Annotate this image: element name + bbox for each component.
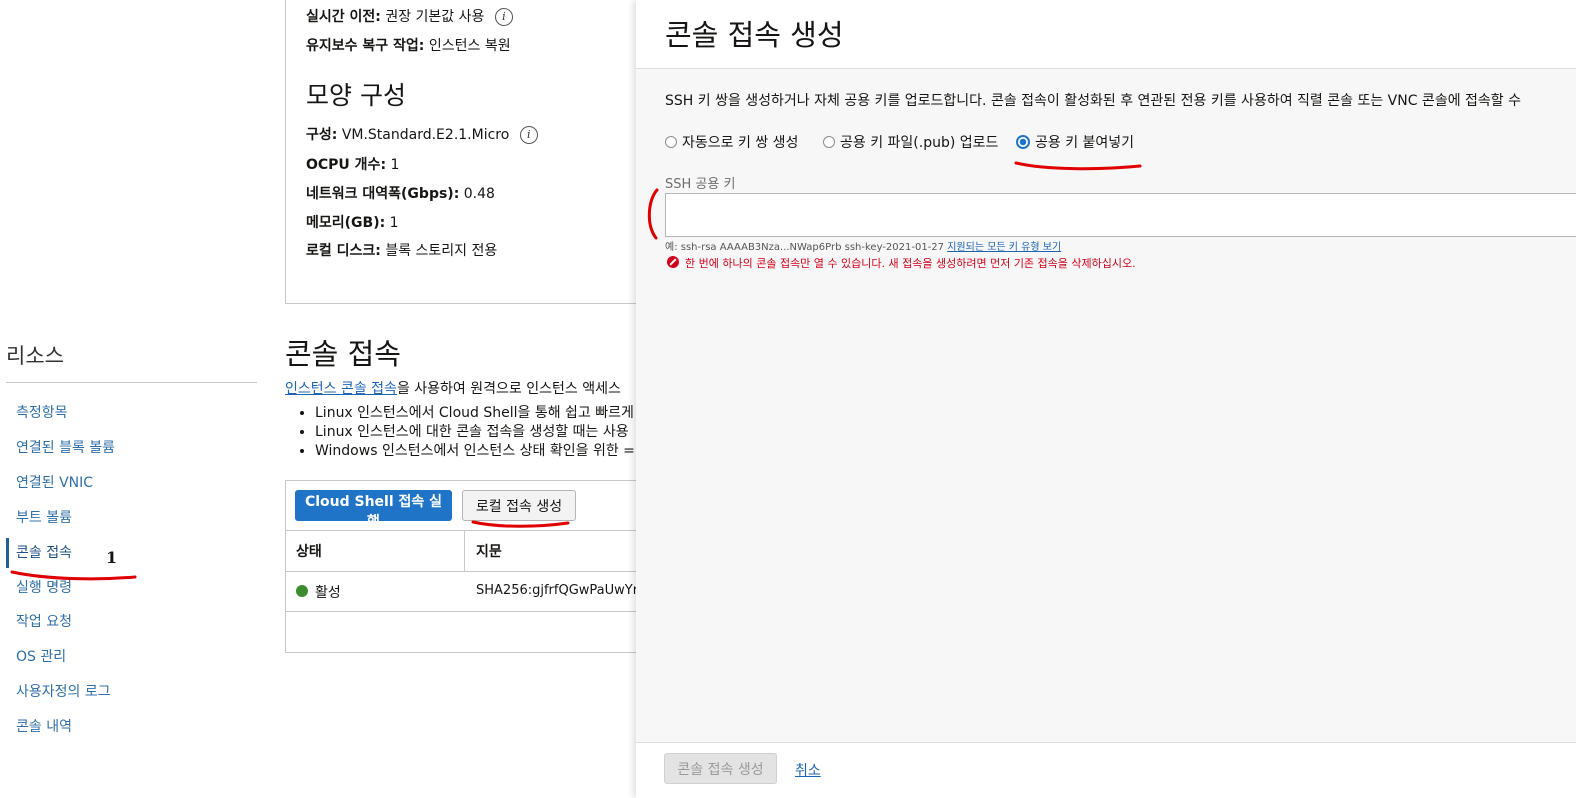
ssh-key-example: 예: ssh-rsa AAAAB3Nza...NWap6Prb ssh-key-… (665, 238, 1061, 253)
table-header (285, 530, 645, 572)
live-migration-label: 실시간 이전: (306, 9, 381, 25)
column-header-fingerprint[interactable]: 지문 (476, 541, 502, 561)
ocpu-label: OCPU 개수: (306, 157, 387, 173)
live-migration-value: 권장 기본값 사용 (385, 9, 485, 25)
column-divider (464, 531, 465, 571)
radio-upload-key-file[interactable]: 공용 키 파일(.pub) 업로드 (823, 132, 998, 152)
info-icon[interactable]: i (494, 8, 513, 26)
cancel-link[interactable]: 취소 (795, 760, 821, 780)
ssh-key-example-text: 예: ssh-rsa AAAAB3Nza...NWap6Prb ssh-key-… (665, 242, 945, 253)
panel-footer (636, 742, 1576, 798)
radio-paste-public-key[interactable]: 공용 키 붙여넣기 (1016, 132, 1134, 152)
console-description-text: 을 사용하여 원격으로 인스턴스 액세스 (396, 381, 621, 397)
info-icon[interactable]: i (519, 126, 538, 144)
console-description: 인스턴스 콘솔 접속을 사용하여 원격으로 인스턴스 액세스 (285, 378, 621, 398)
local-disk-label: 로컬 디스크: (306, 243, 381, 259)
fingerprint-value: SHA256:gjfrfQGwPaUwYr (476, 583, 636, 598)
panel-body (636, 69, 1576, 742)
supported-key-types-link[interactable]: 지원되는 모든 키 유형 보기 (947, 242, 1061, 253)
shape-value: VM.Standard.E2.1.Micro (341, 127, 510, 143)
bandwidth-label: 네트워크 대역폭(Gbps): (306, 186, 460, 202)
maintenance-row: 유지보수 복구 작업: 인스턴스 복원 (306, 35, 511, 55)
console-bullet: Linux 인스턴스에 대한 콘솔 접속을 생성할 때는 사용 (315, 423, 635, 442)
panel-title: 콘솔 접속 생성 (665, 18, 844, 52)
column-header-status[interactable]: 상태 (296, 541, 322, 561)
status-value: 활성 (315, 585, 341, 601)
resources-divider (6, 382, 257, 383)
sidebar-item-attached-block-volumes[interactable]: 연결된 블록 볼륨 (6, 433, 206, 463)
shape-row: 구성: VM.Standard.E2.1.Micro i (306, 124, 538, 144)
instance-console-link[interactable]: 인스턴스 콘솔 접속 (285, 381, 397, 397)
sidebar-item-work-requests[interactable]: 작업 요청 (6, 607, 206, 637)
console-bullets: Linux 인스턴스에서 Cloud Shell을 통해 쉽고 빠르게 Linu… (285, 404, 635, 461)
ssh-public-key-input[interactable] (665, 193, 1576, 237)
radio-generate-key-pair[interactable]: 자동으로 키 쌍 생성 (665, 132, 798, 152)
console-bullet: Windows 인스턴스에서 인스턴스 상태 확인을 위한 = (315, 442, 635, 461)
sidebar-item-metrics[interactable]: 측정항목 (6, 398, 206, 428)
radio-button-selected[interactable] (1016, 135, 1030, 149)
create-console-connection-button[interactable]: 콘솔 접속 생성 (664, 753, 777, 784)
annotation-number: 1 (106, 548, 118, 567)
sidebar-item-os-management[interactable]: OS 관리 (6, 642, 206, 672)
active-status-icon (296, 585, 308, 597)
bandwidth-value: 0.48 (463, 186, 495, 202)
radio-label: 자동으로 키 쌍 생성 (682, 135, 799, 151)
sidebar-item-console-history[interactable]: 콘솔 내역 (6, 712, 206, 742)
memory-row: 메모리(GB): 1 (306, 212, 399, 232)
sidebar-item-run-command[interactable]: 실행 명령 (6, 573, 206, 603)
ocpu-value: 1 (390, 157, 400, 173)
row-divider (285, 611, 645, 612)
memory-label: 메모리(GB): (306, 215, 386, 231)
local-disk-row: 로컬 디스크: 블록 스토리지 전용 (306, 240, 497, 260)
live-migration-row: 실시간 이전: 권장 기본값 사용 i (306, 6, 513, 26)
panel-description: SSH 키 쌍을 생성하거나 자체 공용 키를 업로드합니다. 콘솔 접속이 활… (665, 93, 1521, 109)
launch-cloud-shell-button[interactable]: Cloud Shell 접속 실행 (295, 490, 452, 530)
radio-button[interactable] (823, 136, 835, 148)
memory-value: 1 (389, 215, 399, 231)
radio-label: 공용 키 파일(.pub) 업로드 (840, 135, 999, 151)
sidebar-item-custom-logs[interactable]: 사용자정의 로그 (6, 677, 206, 707)
console-heading: 콘솔 접속 (285, 337, 401, 371)
bandwidth-row: 네트워크 대역폭(Gbps): 0.48 (306, 183, 495, 203)
create-local-connection-button[interactable]: 로컬 접속 생성 (462, 490, 576, 521)
radio-button[interactable] (665, 136, 677, 148)
maintenance-value: 인스턴스 복원 (428, 38, 511, 54)
local-disk-value: 블록 스토리지 전용 (385, 243, 498, 259)
sidebar-item-boot-volume[interactable]: 부트 볼륨 (6, 503, 206, 533)
error-icon (667, 256, 679, 268)
radio-label: 공용 키 붙여넣기 (1035, 135, 1135, 151)
shape-label: 구성: (306, 127, 338, 143)
ocpu-row: OCPU 개수: 1 (306, 154, 399, 174)
error-message: 한 번에 하나의 콘솔 접속만 열 수 있습니다. 새 접속을 생성하려면 먼저… (685, 257, 1136, 270)
console-bullet: Linux 인스턴스에서 Cloud Shell을 통해 쉽고 빠르게 (315, 404, 635, 423)
shape-heading: 모양 구성 (306, 81, 406, 110)
sidebar-item-attached-vnics[interactable]: 연결된 VNIC (6, 468, 206, 498)
ssh-key-label: SSH 공용 키 (665, 177, 736, 192)
resources-title: 리소스 (6, 344, 64, 368)
maintenance-label: 유지보수 복구 작업: (306, 38, 425, 54)
